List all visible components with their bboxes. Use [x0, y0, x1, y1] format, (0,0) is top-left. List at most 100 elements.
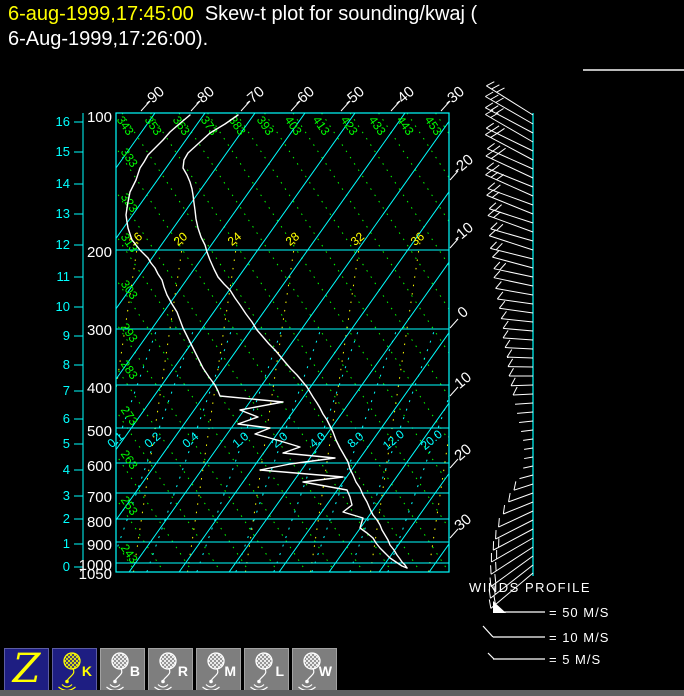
km-tick-label: 13: [56, 206, 70, 221]
mixing-ratio-label: 0.2: [142, 429, 164, 451]
toolbar-button-letter: L: [275, 663, 284, 679]
toolbar-button-m[interactable]: M: [196, 648, 241, 692]
temp-labels-right: -20 -10 0 10 20 30: [449, 151, 477, 539]
temp-label-top: -90: [140, 83, 168, 110]
km-tick-label: 3: [63, 488, 70, 503]
pressure-label: 600: [87, 458, 112, 475]
dry-adiabat-labels: 343 353 363 373 383 393 403 413 423 433 443 4533333…: [114, 113, 445, 566]
dry-adiabat-label-left: 253: [118, 493, 141, 518]
km-tick-label: 9: [63, 328, 70, 343]
km-tick-label: 7: [63, 383, 70, 398]
dry-adiabat-label-left: 243: [118, 541, 141, 566]
wind-barbs: [485, 81, 534, 609]
temp-label-right: 20: [451, 441, 475, 465]
dry-adiabat-label-left: 303: [118, 277, 141, 302]
dry-adiabat-label-top: 413: [310, 113, 333, 138]
km-tick-label: 1: [63, 536, 70, 551]
temp-label-top: -40: [390, 83, 418, 110]
toolbar-button-letter: R: [177, 663, 188, 679]
temperature-trace: [182, 114, 408, 569]
pressure-label: 900: [87, 537, 112, 554]
km-tick-label: 8: [63, 357, 70, 372]
toolbar-button-letter: K: [81, 663, 92, 679]
dry-adiabat-label-top: 443: [394, 113, 417, 138]
dry-adiabat-label-top: 453: [422, 113, 445, 138]
toolbar-button-letter: W: [318, 663, 332, 679]
toolbar-button-letter: B: [129, 663, 140, 679]
mixing-ratio-label: 1.0: [230, 429, 252, 451]
mixing-ratio-label: 4.0: [307, 429, 329, 451]
pressure-label: 100: [87, 109, 112, 126]
km-tick-label: 11: [57, 269, 71, 284]
dry-adiabat-label-top: 353: [142, 113, 165, 138]
height-axis-km: 161514131211109876543210: [56, 113, 84, 574]
dry-adiabat-label-left: 263: [118, 447, 141, 472]
km-tick-label: 14: [56, 176, 70, 191]
legend-label: = 10 M/S: [549, 630, 609, 645]
dry-adiabat-label-top: 383: [226, 113, 249, 138]
pressure-labels: 10020030040050060070080090010001050: [79, 109, 112, 583]
km-tick-label: 6: [63, 411, 70, 426]
toolbar-button-k[interactable]: K: [52, 648, 97, 692]
temp-labels-top: -90 -80 -70 -60 -50 -40 -30: [140, 83, 468, 112]
toolbar-button-letter: M: [224, 663, 236, 679]
pressure-label: 800: [87, 514, 112, 531]
pressure-label: 1050: [79, 566, 112, 583]
temp-label-top: -50: [340, 83, 368, 110]
dry-adiabat-label-top: 343: [114, 113, 137, 138]
km-tick-label: 5: [63, 436, 70, 451]
temp-label-right: 30: [451, 511, 475, 535]
temp-label-top: -70: [240, 83, 268, 110]
km-tick-label: 15: [56, 144, 70, 159]
app-window: 6-aug-1999,17:45:00 Skew-t plot for soun…: [0, 0, 684, 696]
temp-label-right: -10: [449, 219, 477, 246]
dry-adiabat-label-top: 423: [338, 113, 361, 138]
toolbar-button-w[interactable]: W: [292, 648, 337, 692]
toolbar-button-l[interactable]: L: [244, 648, 289, 692]
mixing-ratio-label: 2.0: [269, 429, 291, 451]
km-tick-label: 16: [56, 114, 70, 129]
toolbar-button-r[interactable]: R: [148, 648, 193, 692]
mixing-ratio-label: 20.0: [418, 427, 445, 453]
mixing-ratio-label: 12.0: [380, 427, 407, 453]
moist-adiabat-label: 20: [171, 229, 190, 249]
km-tick-label: 12: [56, 237, 70, 252]
moist-adiabat-label: 24: [225, 229, 244, 249]
pressure-label: 200: [87, 244, 112, 261]
sounding-traces: [125, 114, 408, 569]
dry-adiabat-label-top: 393: [254, 113, 277, 138]
legend-label: = 50 M/S: [549, 605, 609, 620]
pressure-label: 300: [87, 322, 112, 339]
dry-adiabat-label-left: 333: [118, 145, 141, 170]
dry-adiabat-label-top: 433: [366, 113, 389, 138]
grid-isobars: [115, 112, 450, 573]
window-resize-strip: [0, 690, 684, 696]
km-tick-label: 4: [63, 462, 70, 477]
toolbar-button-b[interactable]: B: [100, 648, 145, 692]
plot-border: [115, 112, 450, 573]
mixing-ratio-label: 8.0: [345, 429, 367, 451]
mixing-ratio-label: 0.4: [180, 429, 202, 451]
winds-profile-title: WINDS PROFILE: [469, 580, 592, 595]
wind-legend: = 50 M/S = 10 M/S = 5 M/S: [482, 601, 609, 667]
script-z-icon: Z: [12, 646, 41, 692]
temp-label-top: -60: [290, 83, 318, 110]
toolbar: ZKBRMLW: [0, 646, 345, 692]
legend-label: = 5 M/S: [549, 652, 601, 667]
temp-label-top: -80: [190, 83, 218, 110]
km-tick-label: 2: [63, 511, 70, 526]
km-tick-label: 10: [56, 299, 70, 314]
legend-half-barb-glyph: [487, 652, 495, 660]
dry-adiabat-label-left: 283: [118, 357, 141, 382]
pressure-label: 400: [87, 380, 112, 397]
wind-profile: [485, 81, 534, 609]
moist-adiabat-label: 28: [283, 229, 302, 249]
temp-label-right: 0: [454, 303, 471, 321]
dry-adiabat-label-left: 293: [118, 320, 141, 345]
temp-label-right: 10: [451, 369, 475, 393]
pressure-label: 700: [87, 489, 112, 506]
temp-label-top: -30: [440, 83, 468, 110]
toolbar-button-z[interactable]: Z: [4, 646, 49, 692]
km-tick-label: 0: [63, 559, 70, 574]
dry-adiabat-label-left: 273: [118, 403, 141, 428]
